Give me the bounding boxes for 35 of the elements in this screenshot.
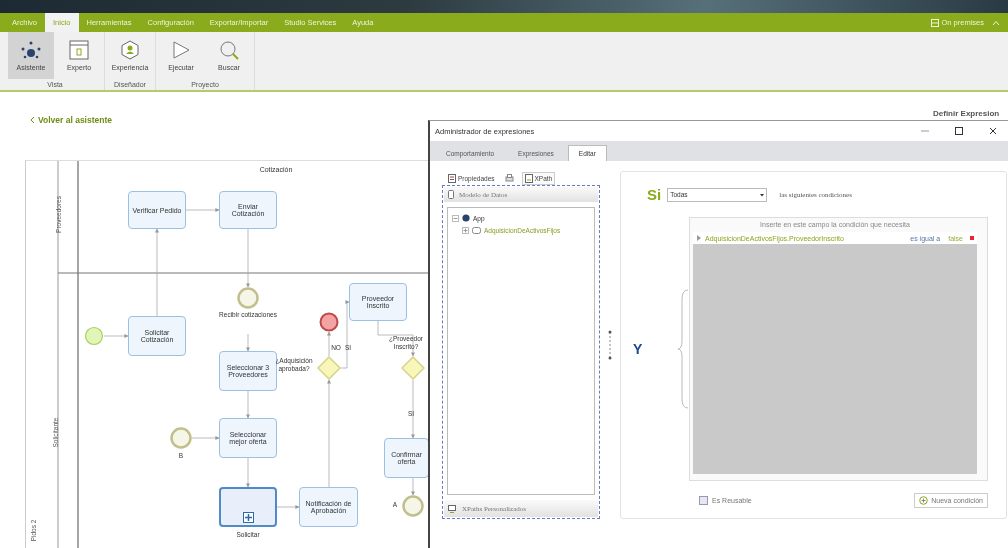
checkbox[interactable] — [699, 496, 708, 505]
intermediate-event — [237, 287, 259, 309]
close-icon — [989, 127, 997, 135]
window-icon — [69, 40, 89, 60]
database-icon — [448, 190, 454, 199]
brace-icon — [677, 289, 689, 409]
collapse-icon[interactable] — [452, 214, 459, 222]
user-badge-icon — [120, 40, 140, 60]
gateway-diamond — [317, 356, 341, 380]
row-pointer-icon — [697, 235, 701, 241]
minimize-icon — [921, 130, 929, 132]
maximize-icon — [955, 127, 963, 135]
search-icon — [219, 40, 239, 60]
chevron-left-icon — [30, 116, 35, 124]
logic-operator: Y — [633, 341, 643, 357]
start-event — [84, 326, 104, 346]
expand-icon[interactable] — [462, 226, 469, 234]
add-icon — [919, 496, 929, 505]
end-event — [319, 312, 339, 332]
printer-icon[interactable] — [504, 173, 514, 183]
monitor-icon — [448, 504, 456, 513]
server-icon — [931, 18, 940, 27]
delete-icon[interactable] — [967, 235, 977, 241]
intermediate-event — [402, 495, 424, 517]
expand-icon — [243, 512, 254, 523]
network-icon — [20, 40, 42, 60]
globe-icon — [462, 214, 470, 222]
play-icon — [171, 40, 191, 60]
condition-prefix: Si — [647, 186, 662, 203]
document-icon — [524, 173, 533, 183]
intermediate-event — [170, 427, 192, 449]
page-title: Definir Expresion — [933, 109, 1000, 118]
splitter-handle[interactable] — [608, 330, 612, 360]
document-icon — [448, 173, 456, 183]
gateway-diamond — [401, 356, 425, 380]
